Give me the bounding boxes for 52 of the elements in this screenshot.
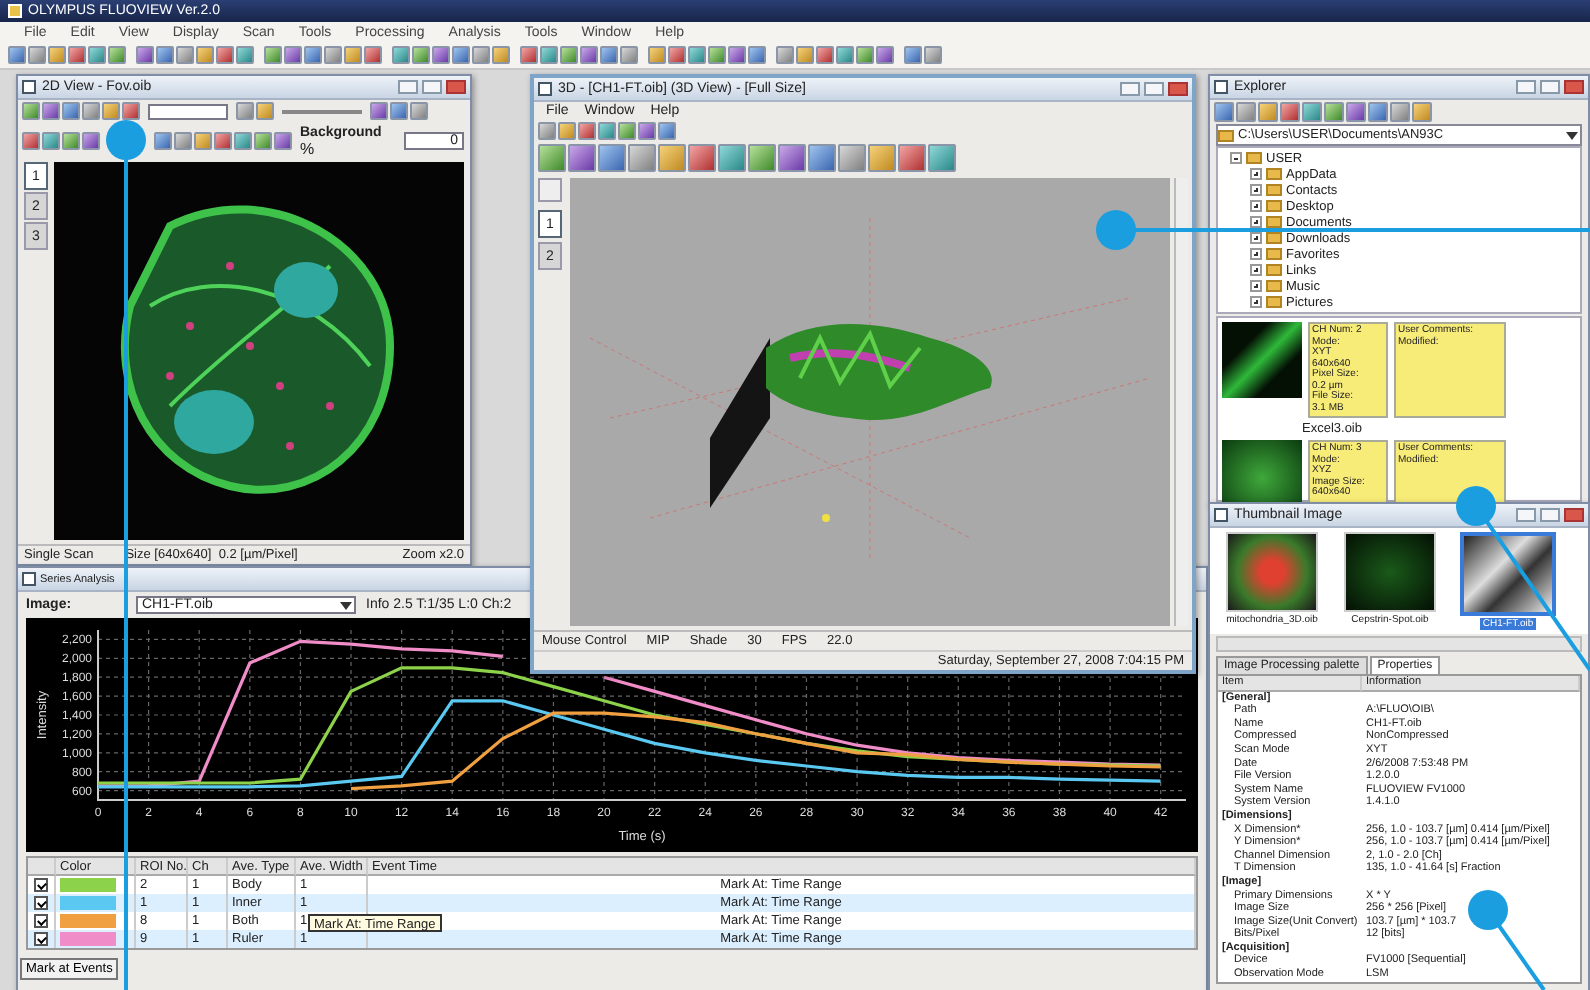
close-button[interactable] [446, 80, 466, 94]
tool-icon[interactable] [838, 144, 866, 172]
expander-icon[interactable] [1250, 184, 1262, 196]
tool-icon[interactable] [688, 144, 716, 172]
expander-icon[interactable] [1250, 296, 1262, 308]
scrollbar[interactable] [1174, 178, 1188, 626]
expander-icon[interactable] [1250, 280, 1262, 292]
expander-icon[interactable] [1230, 152, 1242, 164]
thumbnail-image[interactable] [1344, 532, 1436, 612]
scrollbar[interactable] [1216, 636, 1582, 652]
window-icon [1214, 508, 1228, 522]
window-icon [1214, 80, 1228, 94]
expander-icon[interactable] [1250, 248, 1262, 260]
close-button[interactable] [1564, 80, 1584, 94]
thumbnail-image [1222, 322, 1302, 398]
tool-icon[interactable] [778, 144, 806, 172]
checkbox[interactable] [34, 878, 48, 892]
maximize-button[interactable] [1540, 508, 1560, 522]
frame-field[interactable] [148, 103, 228, 119]
window-icon [22, 572, 36, 586]
checkbox[interactable] [34, 932, 48, 946]
tool-icon[interactable] [898, 144, 926, 172]
callout-marker [1468, 890, 1546, 990]
tool-icon[interactable] [748, 144, 776, 172]
window-icon [22, 80, 36, 94]
maximize-button[interactable] [1540, 80, 1560, 94]
minimize-button[interactable] [1516, 508, 1536, 522]
tool-icon[interactable] [538, 144, 566, 172]
checkbox[interactable] [34, 914, 48, 928]
thumbnail-image [1222, 440, 1302, 504]
expander-icon[interactable] [1250, 264, 1262, 276]
tool-icon[interactable] [628, 144, 656, 172]
close-button[interactable] [1168, 82, 1188, 96]
minimize-button[interactable] [1516, 80, 1536, 94]
maximize-button[interactable] [422, 80, 442, 94]
tool-icon[interactable] [598, 144, 626, 172]
checkbox[interactable] [34, 896, 48, 910]
window-icon [538, 82, 552, 96]
minimize-button[interactable] [398, 80, 418, 94]
minimize-button[interactable] [1120, 82, 1140, 96]
thumbnail-image[interactable] [1460, 532, 1556, 616]
thumbnail-image[interactable] [1226, 532, 1318, 612]
expander-icon[interactable] [1250, 168, 1262, 180]
app-icon [8, 4, 22, 18]
tool-icon[interactable] [568, 144, 596, 172]
maximize-button[interactable] [1144, 82, 1164, 96]
close-button[interactable] [1564, 508, 1584, 522]
expander-icon[interactable] [1250, 216, 1262, 228]
tool-icon[interactable] [808, 144, 836, 172]
hand-icon[interactable] [538, 178, 562, 202]
expander-icon[interactable] [1250, 232, 1262, 244]
expander-icon[interactable] [1250, 200, 1262, 212]
